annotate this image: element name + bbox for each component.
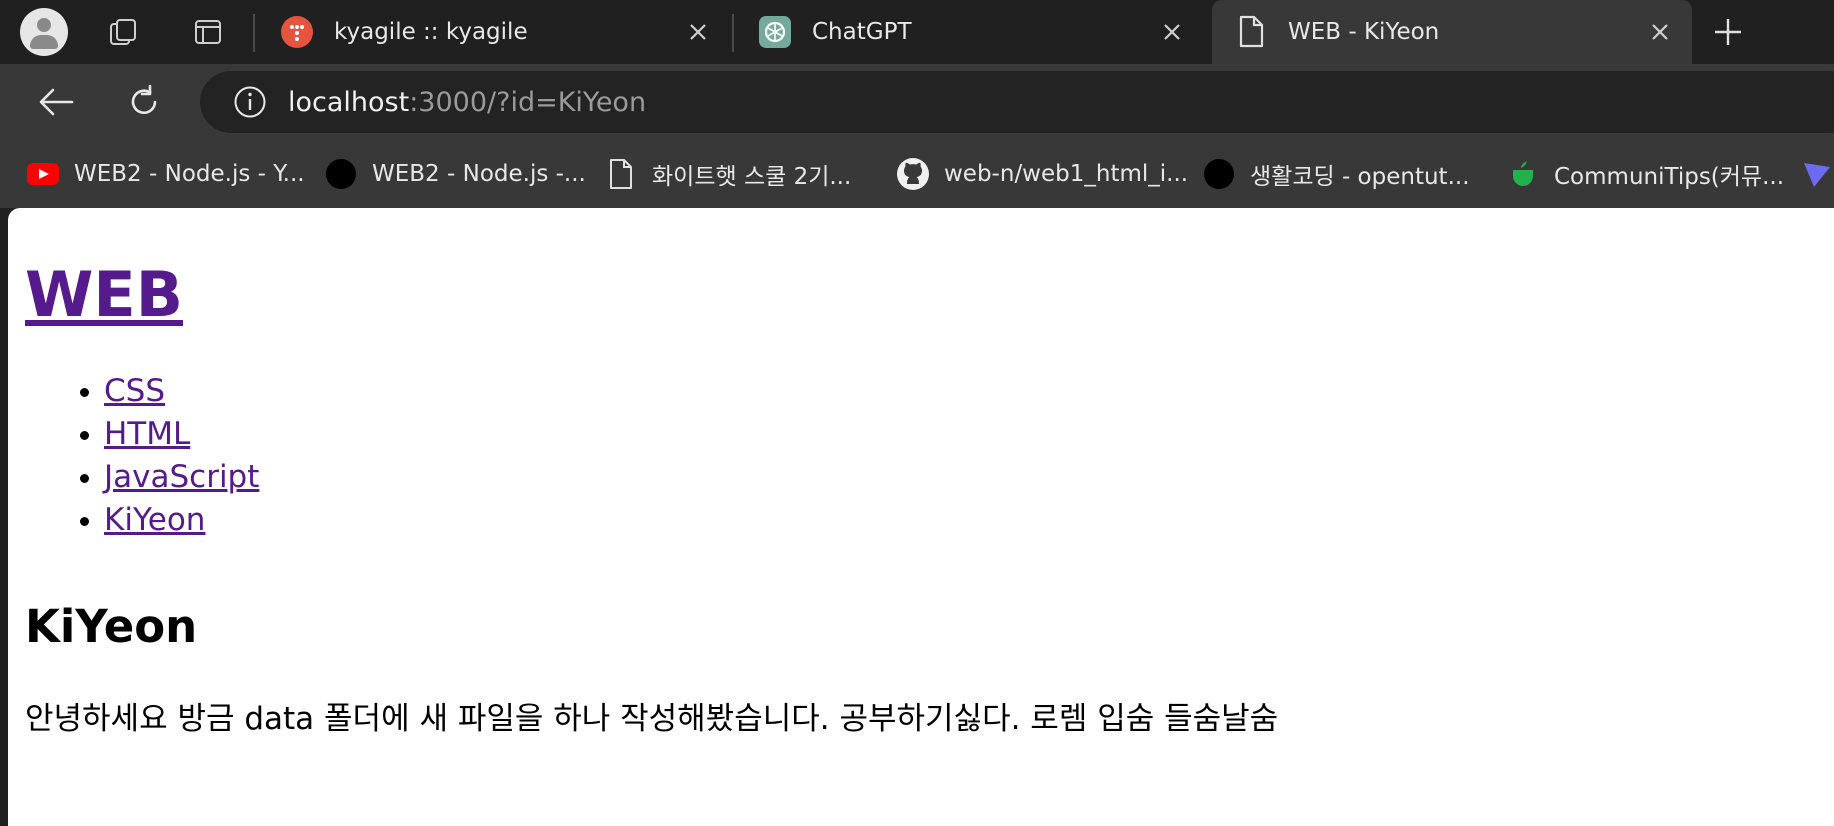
close-tab-icon[interactable]: [1152, 12, 1192, 52]
url-path: :3000/?id=KiYeon: [409, 86, 647, 118]
youtube-icon: [26, 157, 60, 191]
chatgpt-icon: [758, 15, 792, 49]
bookmark-item[interactable]: WEB2 - Node.js - Y...: [26, 154, 305, 194]
tab-web-kiyeon[interactable]: WEB - KiYeon: [1212, 0, 1692, 64]
close-tab-icon[interactable]: [678, 12, 718, 52]
topic-link-css[interactable]: CSS: [104, 373, 165, 409]
topic-link-kiyeon[interactable]: KiYeon: [104, 502, 205, 538]
black-circle-icon: [324, 157, 358, 191]
site-info-icon[interactable]: [232, 84, 268, 120]
document-icon: [1234, 15, 1268, 49]
document-icon: [604, 157, 638, 191]
bookmark-label: WEB2 - Node.js -...: [372, 161, 586, 187]
tab-title: WEB - KiYeon: [1288, 19, 1440, 45]
tab-separator: [253, 14, 255, 52]
tab-title: ChatGPT: [812, 19, 912, 45]
home-link[interactable]: WEB: [25, 258, 183, 331]
refresh-icon[interactable]: [120, 78, 168, 126]
list-item: KiYeon: [104, 499, 259, 542]
bookmark-item[interactable]: 화이트햇 스쿨 2기...: [604, 154, 851, 194]
green-cup-icon: [1506, 157, 1540, 191]
black-circle-icon: [1202, 157, 1236, 191]
tab-strip: kyagile :: kyagile ChatGPT WEB - KiYeon: [0, 0, 1834, 64]
kyagile-icon: [280, 15, 314, 49]
tab-chatgpt[interactable]: ChatGPT: [736, 0, 1204, 64]
bookmark-item[interactable]: WEB2 - Node.js -...: [324, 154, 586, 194]
tab-title: kyagile :: kyagile: [334, 19, 528, 45]
list-item: CSS: [104, 370, 259, 413]
back-arrow-icon[interactable]: [32, 78, 80, 126]
bookmarks-bar: WEB2 - Node.js - Y... WEB2 - Node.js -..…: [0, 140, 1834, 208]
topic-title: KiYeon: [25, 600, 198, 653]
address-url[interactable]: localhost:3000/?id=KiYeon: [288, 87, 646, 118]
tab-kyagile[interactable]: kyagile :: kyagile: [258, 0, 730, 64]
bookmark-item[interactable]: web-n/web1_html_i...: [896, 154, 1188, 194]
bookmark-item[interactable]: CommuniTips(커뮤...: [1506, 154, 1784, 194]
new-tab-plus-icon[interactable]: [1704, 8, 1752, 56]
github-icon: [896, 157, 930, 191]
topic-link-html[interactable]: HTML: [104, 416, 190, 452]
profile-avatar-icon[interactable]: [20, 8, 68, 56]
bookmark-label: web-n/web1_html_i...: [944, 161, 1189, 187]
bookmark-item[interactable]: 생활코딩 - opentut...: [1202, 154, 1470, 194]
bookmark-item[interactable]: [1800, 154, 1834, 194]
workspaces-icon[interactable]: [100, 8, 148, 56]
bookmark-label: 생활코딩 - opentut...: [1250, 164, 1470, 190]
bookmark-label: CommuniTips(커뮤...: [1554, 164, 1785, 190]
url-host: localhost: [288, 86, 410, 118]
vertical-tabs-icon[interactable]: [184, 8, 232, 56]
page-viewport: WEB CSS HTML JavaScript KiYeon KiYeon 안녕…: [8, 208, 1834, 826]
browser-toolbar: localhost:3000/?id=KiYeon: [0, 64, 1834, 140]
close-tab-icon[interactable]: [1640, 12, 1680, 52]
list-item: JavaScript: [104, 456, 259, 499]
list-item: HTML: [104, 413, 259, 456]
bookmark-label: 화이트햇 스쿨 2기...: [652, 164, 852, 190]
topic-list: CSS HTML JavaScript KiYeon: [8, 370, 259, 542]
topic-link-javascript[interactable]: JavaScript: [104, 459, 259, 495]
purple-shape-icon: [1800, 157, 1834, 191]
bookmark-label: WEB2 - Node.js - Y...: [74, 161, 305, 187]
topic-body: 안녕하세요 방금 data 폴더에 새 파일을 하나 작성해봤습니다. 공부하기…: [25, 701, 1279, 737]
address-bar[interactable]: localhost:3000/?id=KiYeon: [200, 71, 1834, 133]
page-heading: WEB: [25, 258, 183, 331]
tab-separator: [732, 14, 734, 52]
